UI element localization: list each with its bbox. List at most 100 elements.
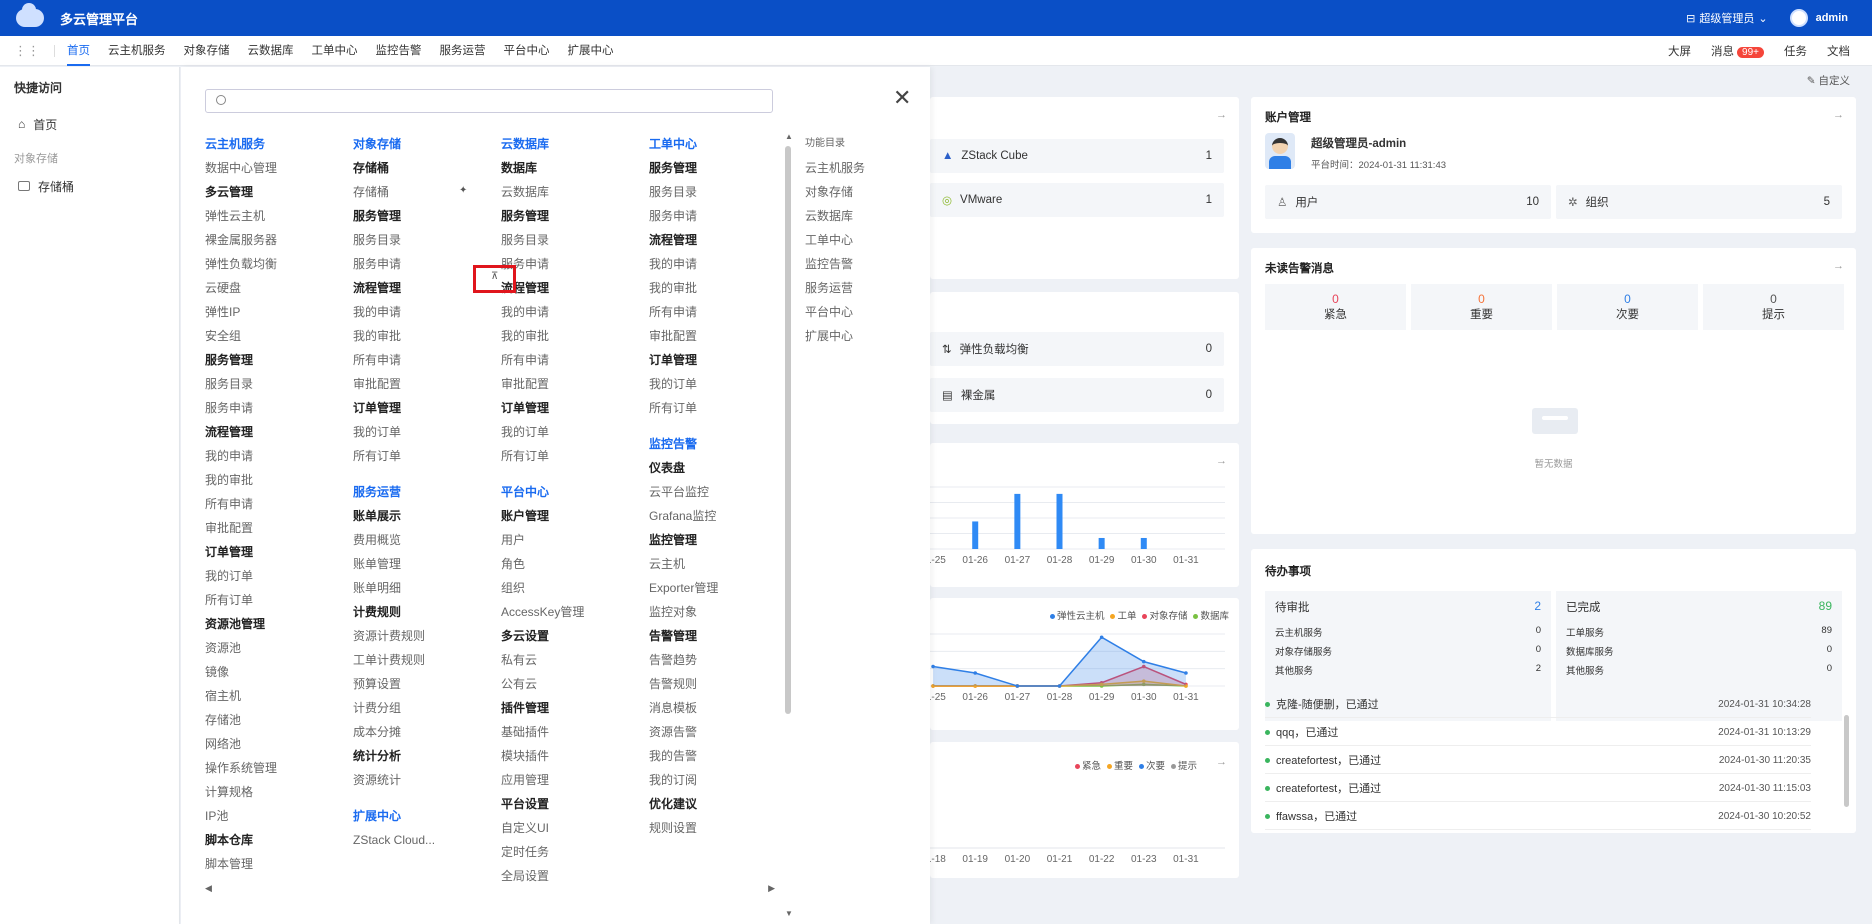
menu-item[interactable]: 规则设置 — [649, 816, 789, 840]
big-screen-link[interactable]: 大屏 — [1668, 43, 1691, 59]
menu-item[interactable]: 计算规格 — [205, 780, 345, 804]
menu-item[interactable]: 费用概览 — [353, 528, 493, 552]
menu-item[interactable]: 账单管理 — [353, 552, 493, 576]
catalog-item[interactable]: 工单中心 — [805, 228, 915, 252]
menu-item[interactable]: 镜像 — [205, 660, 345, 684]
tab-home[interactable]: 首页 — [67, 36, 90, 66]
menu-item[interactable]: 所有订单 — [353, 444, 493, 468]
todo-record[interactable]: qqq，已通过 2024-01-31 10:13:29 — [1265, 719, 1811, 746]
menu-item[interactable]: 服务申请 — [501, 252, 641, 276]
tab-database[interactable]: 云数据库 — [248, 36, 294, 66]
scroll-down-icon[interactable]: ▼ — [785, 909, 793, 918]
message-link[interactable]: 消息 99+ — [1711, 43, 1764, 59]
quick-item-home[interactable]: ⌂ 首页 — [0, 108, 179, 140]
menu-item[interactable]: 审批配置 — [205, 516, 345, 540]
task-link[interactable]: 任务 — [1784, 43, 1807, 59]
menu-hscrollbar[interactable]: ◀ ▶ — [205, 883, 775, 893]
menu-item[interactable]: 我的申请 — [205, 444, 345, 468]
menu-item[interactable]: 自定义UI — [501, 816, 641, 840]
pinned-icon[interactable]: ✦ — [459, 185, 467, 196]
catalog-item[interactable]: 云主机服务 — [805, 156, 915, 180]
menu-item[interactable]: 存储桶 — [353, 180, 493, 204]
menu-item[interactable]: 我的订单 — [649, 372, 789, 396]
menu-item[interactable]: 基础插件 — [501, 720, 641, 744]
menu-item[interactable]: 组织 — [501, 576, 641, 600]
menu-item[interactable]: 裸金属服务器 — [205, 228, 345, 252]
pin-icon[interactable]: ⊼ — [491, 271, 498, 282]
tab-object-storage[interactable]: 对象存储 — [184, 36, 230, 66]
menu-item[interactable]: Grafana监控 — [649, 504, 789, 528]
menu-item[interactable]: 资源池 — [205, 636, 345, 660]
menu-item[interactable]: 消息模板 — [649, 696, 789, 720]
menu-item[interactable]: 告警趋势 — [649, 648, 789, 672]
menu-item[interactable]: 告警规则 — [649, 672, 789, 696]
menu-item[interactable]: 我的申请 — [353, 300, 493, 324]
menu-item[interactable]: 工单计费规则 — [353, 648, 493, 672]
menu-item[interactable]: 所有申请 — [353, 348, 493, 372]
menu-item[interactable]: 服务目录 — [205, 372, 345, 396]
menu-item[interactable]: 资源告警 — [649, 720, 789, 744]
platform-row[interactable]: ▲ ZStack Cube 1 — [930, 139, 1224, 173]
menu-item[interactable]: 云主机 — [649, 552, 789, 576]
platform-row[interactable]: ◎ VMware 1 — [930, 183, 1224, 217]
menu-item[interactable]: 所有订单 — [649, 396, 789, 420]
catalog-item[interactable]: 云数据库 — [805, 204, 915, 228]
todo-scrollbar[interactable] — [1844, 705, 1850, 817]
catalog-item[interactable]: 服务运营 — [805, 276, 915, 300]
scrollbar-thumb[interactable] — [785, 146, 791, 714]
scroll-right-icon[interactable]: ▶ — [768, 883, 775, 894]
menu-item[interactable]: 操作系统管理 — [205, 756, 345, 780]
menu-search-input[interactable] — [205, 89, 773, 113]
menu-item[interactable]: 成本分摊 — [353, 720, 493, 744]
menu-item[interactable]: 角色 — [501, 552, 641, 576]
menu-item[interactable]: 宿主机 — [205, 684, 345, 708]
menu-item[interactable]: 模块插件 — [501, 744, 641, 768]
menu-item[interactable]: 所有订单 — [501, 444, 641, 468]
close-icon[interactable]: ✕ — [893, 87, 911, 109]
tab-extension[interactable]: 扩展中心 — [568, 36, 614, 66]
menu-item[interactable]: 私有云 — [501, 648, 641, 672]
arrow-right-icon[interactable]: → — [1833, 109, 1844, 121]
menu-item[interactable]: 用户 — [501, 528, 641, 552]
menu-item[interactable]: 资源计费规则 — [353, 624, 493, 648]
menu-item[interactable]: 审批配置 — [501, 372, 641, 396]
menu-item[interactable]: 我的告警 — [649, 744, 789, 768]
menu-item[interactable]: 弹性云主机 — [205, 204, 345, 228]
todo-record[interactable]: ffawssa，已通过 2024-01-30 10:20:52 — [1265, 803, 1811, 830]
quick-item-bucket[interactable]: 存储桶 — [0, 170, 179, 202]
menu-item[interactable]: 我的申请 — [649, 252, 789, 276]
todo-record[interactable]: createfortest，已通过 2024-01-30 11:20:35 — [1265, 747, 1811, 774]
scroll-left-icon[interactable]: ◀ — [205, 883, 212, 894]
menu-item[interactable]: 所有申请 — [501, 348, 641, 372]
scroll-up-icon[interactable]: ▲ — [785, 132, 793, 141]
menu-item[interactable]: 所有申请 — [205, 492, 345, 516]
menu-item[interactable]: 资源统计 — [353, 768, 493, 792]
alert-stat-minor[interactable]: 0 次要 — [1557, 284, 1698, 330]
menu-item[interactable]: Exporter管理 — [649, 576, 789, 600]
menu-item[interactable]: 我的审批 — [501, 324, 641, 348]
menu-item[interactable]: 服务目录 — [649, 180, 789, 204]
users-stat[interactable]: ♙ 用户 10 — [1265, 185, 1551, 219]
menu-item[interactable]: 我的审批 — [205, 468, 345, 492]
menu-item[interactable]: 监控对象 — [649, 600, 789, 624]
menu-item[interactable]: AccessKey管理 — [501, 600, 641, 624]
menu-item[interactable]: 弹性IP — [205, 300, 345, 324]
menu-item[interactable]: 我的审批 — [353, 324, 493, 348]
catalog-item[interactable]: 对象存储 — [805, 180, 915, 204]
menu-item[interactable]: 数据中心管理 — [205, 156, 345, 180]
menu-item[interactable]: 审批配置 — [649, 324, 789, 348]
user-menu[interactable]: admin — [1789, 9, 1848, 27]
tab-monitor[interactable]: 监控告警 — [376, 36, 422, 66]
menu-item[interactable]: 所有申请 — [649, 300, 789, 324]
menu-item[interactable]: 网络池 — [205, 732, 345, 756]
menu-item[interactable]: 云平台监控 — [649, 480, 789, 504]
menu-item[interactable]: 应用管理 — [501, 768, 641, 792]
customize-link[interactable]: ✎ 自定义 — [1807, 73, 1850, 88]
menu-item[interactable]: 服务申请 — [205, 396, 345, 420]
menu-item[interactable]: 服务目录 — [501, 228, 641, 252]
tab-ticket[interactable]: 工单中心 — [312, 36, 358, 66]
apps-grid-icon[interactable]: ⋮⋮ — [14, 43, 40, 59]
menu-item[interactable]: 云硬盘 — [205, 276, 345, 300]
alert-stat-critical[interactable]: 0 紧急 — [1265, 284, 1406, 330]
menu-item[interactable]: 预算设置 — [353, 672, 493, 696]
